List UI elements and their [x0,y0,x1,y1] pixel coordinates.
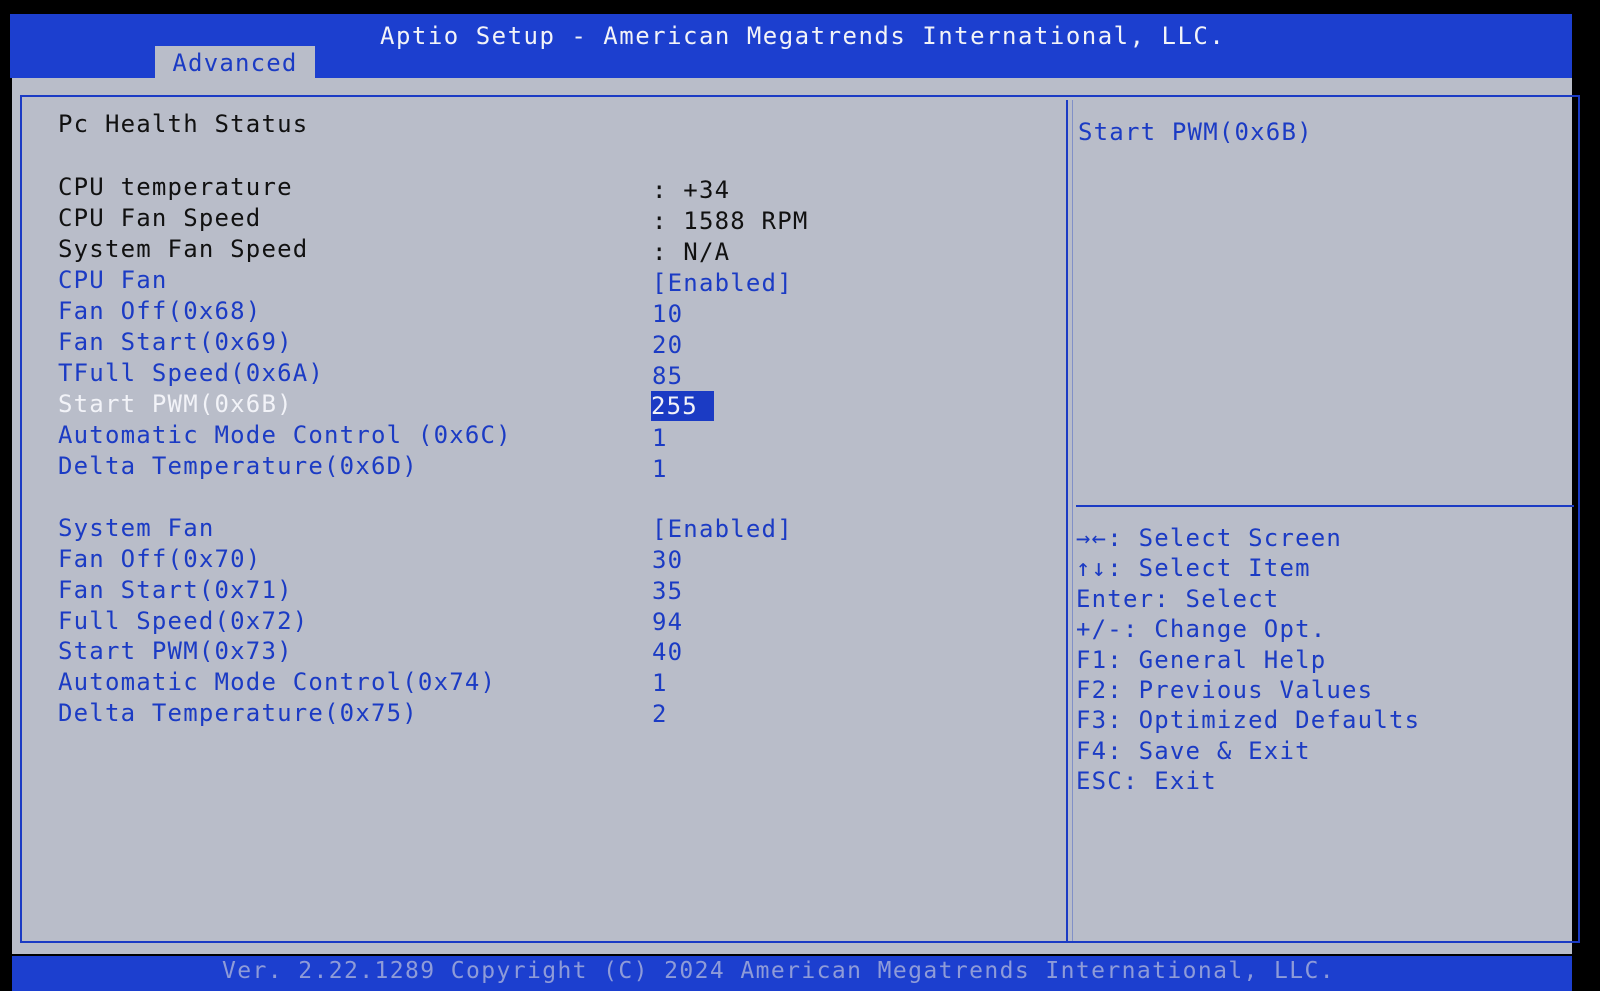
key-optimized-defaults: F3: Optimized Defaults [1076,706,1421,734]
option-automatic-mode-control-0x74[interactable]: Automatic Mode Control(0x74) 1 [58,668,1058,698]
option-label: Fan Off(0x70) [58,545,262,573]
option-label: System Fan [58,514,215,542]
row-label: CPU Fan Speed [58,204,262,232]
option-label: Fan Start(0x71) [58,576,293,604]
option-label: Delta Temperature(0x6D) [58,452,418,480]
row-value: : 1588 RPM [652,207,809,235]
option-delta-temperature-0x6d[interactable]: Delta Temperature(0x6D) 1 [58,452,1058,483]
copyright-text: Ver. 2.22.1289 Copyright (C) 2024 Americ… [222,958,1336,984]
row-label: System Fan Speed [58,235,309,263]
option-value[interactable]: 1 [652,455,668,483]
option-label: Fan Start(0x69) [58,328,293,356]
info-row-system-fan-speed: System Fan Speed : N/A [58,235,1058,266]
option-label: Automatic Mode Control (0x6C) [58,421,512,449]
info-row-cpu-fan-speed: CPU Fan Speed : 1588 RPM [58,204,1058,235]
option-value[interactable]: 30 [652,546,683,574]
key-select-item: ↑↓: Select Item [1076,554,1311,582]
key-change-opt: +/-: Change Opt. [1076,615,1327,643]
option-label: CPU Fan [58,266,168,294]
option-value[interactable]: 94 [652,608,683,636]
option-value[interactable]: 40 [652,638,683,666]
option-label: Delta Temperature(0x75) [58,699,418,727]
help-divider [1076,505,1574,507]
key-general-help: F1: General Help [1076,646,1327,674]
option-label: Fan Off(0x68) [58,297,262,325]
option-value-selected[interactable]: 255 [651,391,714,421]
option-automatic-mode-control-0x6c[interactable]: Automatic Mode Control (0x6C) 1 [58,421,1058,452]
option-fan-off-0x70[interactable]: Fan Off(0x70) 30 [58,545,1058,575]
row-value: : +34 [652,176,731,204]
option-label: Automatic Mode Control(0x74) [58,668,497,696]
option-cpu-fan[interactable]: CPU Fan [Enabled] [58,266,1058,297]
key-enter-select: Enter: Select [1076,585,1280,613]
option-fan-start-0x71[interactable]: Fan Start(0x71) 35 [58,576,1058,606]
option-delta-temperature-0x75[interactable]: Delta Temperature(0x75) 2 [58,699,1058,729]
option-system-fan[interactable]: System Fan [Enabled] [58,514,1058,544]
info-row-cpu-temperature: CPU temperature : +34 [58,173,1058,204]
option-label: Start PWM(0x73) [58,637,293,665]
app-title: Aptio Setup - American Megatrends Intern… [380,22,1226,50]
option-fan-start-0x69[interactable]: Fan Start(0x69) 20 [58,328,1058,359]
option-start-pwm-0x73[interactable]: Start PWM(0x73) 40 [58,637,1058,667]
key-esc-exit: ESC: Exit [1076,767,1217,795]
help-text: Start PWM(0x6B) [1078,118,1313,146]
option-full-speed-0x72[interactable]: Full Speed(0x72) 94 [58,607,1058,637]
option-value[interactable]: 35 [652,577,683,605]
key-previous-values: F2: Previous Values [1076,676,1374,704]
panel-divider-inner [1072,100,1073,941]
option-value[interactable]: 2 [652,700,668,728]
panel-divider [1066,100,1068,941]
option-label: TFull Speed(0x6A) [58,359,325,387]
row-value: : N/A [652,238,731,266]
option-tfull-speed-0x6a[interactable]: TFull Speed(0x6A) 85 [58,359,1058,390]
option-value[interactable]: 1 [652,669,668,697]
tab-advanced[interactable]: Advanced [155,46,315,82]
option-value[interactable]: 85 [652,362,683,390]
option-value[interactable]: 10 [652,300,683,328]
key-select-screen: →←: Select Screen [1076,524,1343,552]
option-label: Full Speed(0x72) [58,607,309,635]
option-start-pwm-0x6b[interactable]: Start PWM(0x6B) 255 [58,390,1058,421]
option-label: Start PWM(0x6B) [58,390,293,418]
option-value[interactable]: 1 [652,424,668,452]
key-save-exit: F4: Save & Exit [1076,737,1311,765]
row-label: CPU temperature [58,173,293,201]
bios-screen: Aptio Setup - American Megatrends Intern… [0,0,1600,991]
option-value[interactable]: [Enabled] [652,515,793,543]
section-title: Pc Health Status [58,110,309,138]
option-value[interactable]: 20 [652,331,683,359]
option-fan-off-0x68[interactable]: Fan Off(0x68) 10 [58,297,1058,328]
option-value[interactable]: [Enabled] [652,269,793,297]
